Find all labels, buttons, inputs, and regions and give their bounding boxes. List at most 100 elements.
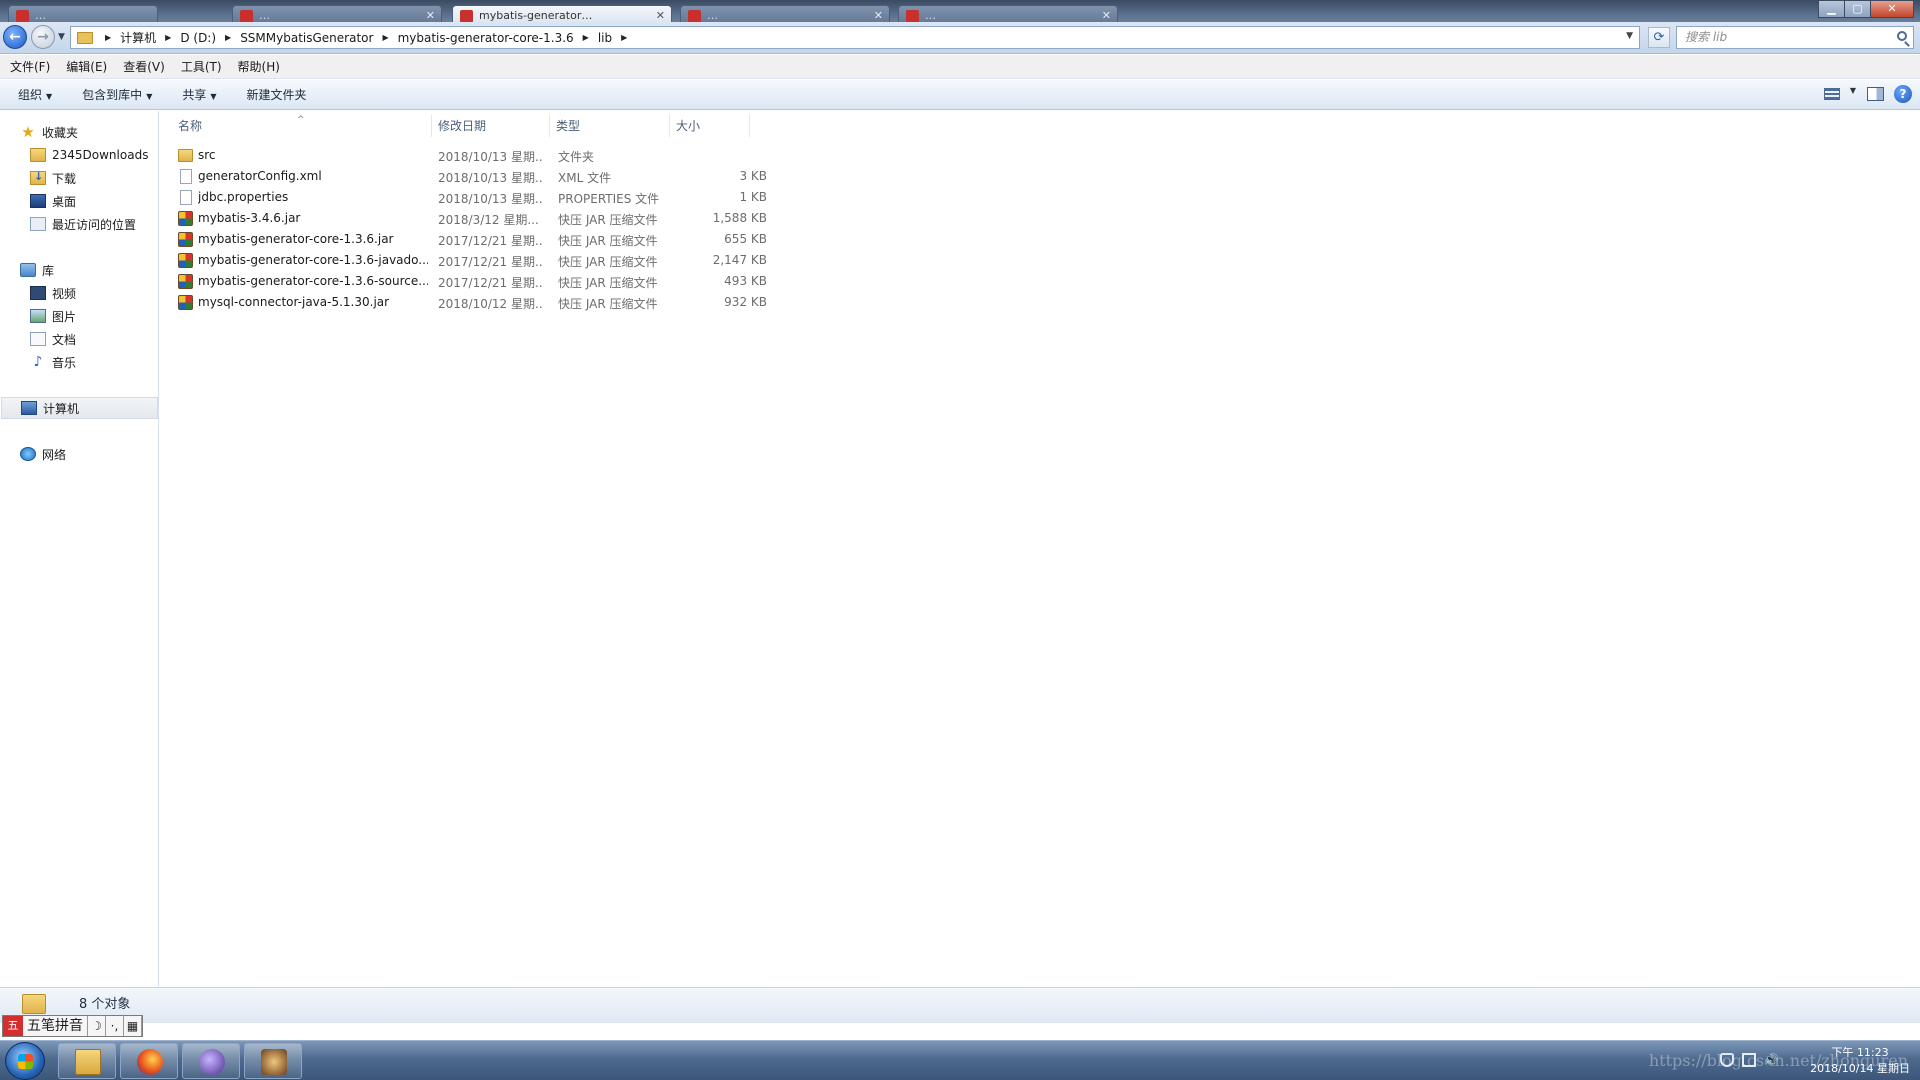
chevron-down-icon: ▼	[46, 92, 53, 101]
window-controls: ▁ ▢ ✕	[1818, 0, 1914, 18]
tab-close-icon[interactable]: ✕	[874, 9, 883, 22]
file-row-mybatis-jar[interactable]: mybatis-3.4.6.jar 2018/3/12 星期... 快压 JAR…	[174, 208, 774, 229]
volume-icon[interactable]: 🔊	[1764, 1053, 1779, 1067]
start-button[interactable]	[5, 1042, 45, 1080]
breadcrumb-computer[interactable]: 计算机	[120, 29, 156, 46]
menu-file[interactable]: 文件(F)	[4, 56, 56, 77]
forward-button[interactable]: →	[31, 25, 55, 49]
security-shield-icon[interactable]	[1720, 1053, 1734, 1067]
address-dropdown-icon[interactable]: ▼	[1626, 31, 1633, 41]
breadcrumb-core[interactable]: mybatis-generator-core-1.3.6	[398, 31, 574, 45]
folder-icon	[178, 149, 193, 162]
column-header-name[interactable]: ^ 名称	[160, 115, 432, 137]
preview-pane-icon[interactable]	[1867, 87, 1884, 101]
jar-file-icon	[178, 211, 193, 226]
chevron-down-icon: ▼	[210, 92, 217, 101]
navigation-bar: ← → ▼ ▶ 计算机 ▶ D (D:) ▶ SSMMybatisGenerat…	[0, 22, 1920, 54]
breadcrumb-chevron-icon[interactable]: ▶	[165, 33, 171, 42]
sort-ascending-icon: ^	[297, 115, 305, 125]
recent-pages-dropdown-icon[interactable]: ▼	[58, 32, 65, 42]
column-header-type[interactable]: 类型	[550, 115, 670, 137]
breadcrumb-drive[interactable]: D (D:)	[180, 31, 216, 45]
clock-date: 2018/10/14 星期日	[1810, 1062, 1910, 1075]
breadcrumb-project[interactable]: SSMMybatisGenerator	[240, 31, 373, 45]
refresh-button[interactable]: ⟳	[1648, 27, 1670, 48]
nav-computer[interactable]: 计算机	[1, 397, 158, 419]
jar-file-icon	[178, 274, 193, 289]
item-count: 8 个对象	[79, 997, 131, 1012]
ime-mode-label[interactable]: 五笔拼音	[23, 1016, 88, 1036]
share-button[interactable]: 共享 ▼	[174, 83, 224, 106]
chevron-down-icon[interactable]: ▼	[1850, 86, 1856, 95]
breadcrumb-chevron-icon[interactable]: ▶	[621, 33, 627, 42]
file-row-mysql-connector-jar[interactable]: mysql-connector-java-5.1.30.jar 2018/10/…	[174, 292, 774, 313]
taskbar-firefox[interactable]	[120, 1043, 178, 1079]
file-row-generatorconfig[interactable]: generatorConfig.xml 2018/10/13 星期... XML…	[174, 166, 774, 187]
file-row-src[interactable]: src 2018/10/13 星期... 文件夹	[174, 145, 774, 166]
help-icon[interactable]: ?	[1894, 85, 1912, 103]
taskbar-explorer[interactable]	[58, 1043, 116, 1079]
organize-button[interactable]: 组织 ▼	[10, 83, 60, 106]
minimize-button[interactable]: ▁	[1818, 0, 1845, 18]
library-icon	[20, 263, 36, 277]
computer-icon	[21, 401, 37, 415]
jar-file-icon	[178, 253, 193, 268]
file-list: ^ 名称 修改日期 类型 大小 src 2018/10/13 星期... 文件夹 …	[160, 111, 1920, 986]
folder-icon	[77, 31, 93, 44]
desktop-icon	[30, 194, 46, 208]
clock-time: 下午 11:23	[1831, 1046, 1889, 1059]
command-bar: 组织 ▼ 包含到库中 ▼ 共享 ▼ 新建文件夹 ▼ ?	[0, 80, 1920, 110]
ime-logo-icon[interactable]: 五	[3, 1016, 23, 1036]
jar-file-icon	[178, 295, 193, 310]
menu-edit[interactable]: 编辑(E)	[60, 56, 113, 77]
network-status-icon[interactable]	[1742, 1053, 1756, 1067]
new-folder-button[interactable]: 新建文件夹	[239, 83, 315, 106]
taskbar-java-ee[interactable]	[244, 1043, 302, 1079]
menu-view[interactable]: 查看(V)	[117, 56, 171, 77]
breadcrumb-lib[interactable]: lib	[598, 31, 612, 45]
view-options-icon[interactable]	[1824, 88, 1840, 100]
star-icon: ★	[21, 123, 35, 141]
system-clock[interactable]: 下午 11:23 2018/10/14 星期日	[1810, 1045, 1910, 1077]
taskbar: https://blog.csdn.net/zhonguren 🔊 下午 11:…	[0, 1040, 1920, 1080]
soft-keyboard-icon[interactable]: ▦	[124, 1016, 142, 1036]
column-header-date[interactable]: 修改日期	[432, 115, 550, 137]
search-icon[interactable]	[1897, 31, 1907, 41]
nav-network[interactable]: 网络	[20, 443, 177, 465]
windows-explorer-icon	[75, 1049, 101, 1075]
half-width-icon[interactable]: ☽	[88, 1016, 106, 1036]
file-row-generator-sources-jar[interactable]: mybatis-generator-core-1.3.6-source... 2…	[174, 271, 774, 292]
file-row-generator-core-jar[interactable]: mybatis-generator-core-1.3.6.jar 2017/12…	[174, 229, 774, 250]
folder-icon	[30, 148, 46, 162]
tab-close-icon[interactable]: ✕	[426, 9, 435, 22]
chevron-down-icon: ▼	[146, 92, 153, 101]
breadcrumb-chevron-icon[interactable]: ▶	[105, 33, 111, 42]
music-note-icon: ♪	[33, 354, 43, 370]
search-placeholder: 搜索 lib	[1685, 30, 1728, 44]
close-button[interactable]: ✕	[1870, 0, 1914, 18]
firefox-icon	[137, 1049, 163, 1075]
eclipse-icon	[199, 1049, 225, 1075]
downloads-folder-icon	[30, 170, 46, 185]
breadcrumb-chevron-icon[interactable]: ▶	[225, 33, 231, 42]
file-row-jdbc-properties[interactable]: jdbc.properties 2018/10/13 星期... PROPERT…	[174, 187, 774, 208]
video-library-icon	[30, 286, 46, 300]
search-input[interactable]: 搜索 lib	[1676, 26, 1914, 49]
column-header-size[interactable]: 大小	[670, 115, 750, 137]
menu-help[interactable]: 帮助(H)	[232, 56, 286, 77]
nav-favorites[interactable]: ★ 收藏夹	[20, 121, 177, 143]
nav-libraries[interactable]: 库	[20, 259, 177, 281]
address-bar[interactable]: ▶ 计算机 ▶ D (D:) ▶ SSMMybatisGenerator ▶ m…	[70, 26, 1640, 49]
maximize-button[interactable]: ▢	[1844, 0, 1871, 18]
back-button[interactable]: ←	[3, 25, 27, 49]
tab-close-icon[interactable]: ✕	[1102, 9, 1111, 22]
menu-tools[interactable]: 工具(T)	[175, 56, 228, 77]
breadcrumb-chevron-icon[interactable]: ▶	[583, 33, 589, 42]
taskbar-eclipse[interactable]	[182, 1043, 240, 1079]
include-in-library-button[interactable]: 包含到库中 ▼	[74, 83, 160, 106]
file-row-generator-javadoc-jar[interactable]: mybatis-generator-core-1.3.6-javado... 2…	[174, 250, 774, 271]
punctuation-icon[interactable]: ·,	[106, 1016, 124, 1036]
breadcrumb-chevron-icon[interactable]: ▶	[382, 33, 388, 42]
recent-places-icon	[30, 217, 46, 231]
tab-close-icon[interactable]: ✕	[656, 9, 665, 22]
